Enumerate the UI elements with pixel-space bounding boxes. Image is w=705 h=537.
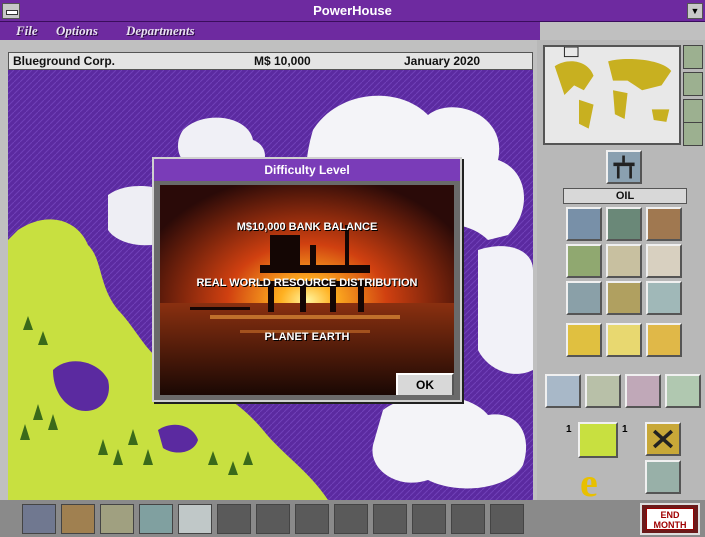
tool-action-2[interactable]	[606, 323, 642, 357]
empty-slot	[490, 504, 524, 534]
oil-rig-sunset-image	[160, 185, 454, 395]
dialog-body: M$10,000 BANK BALANCE REAL WORLD RESOURC…	[160, 185, 454, 395]
counter-left: 1	[566, 424, 572, 435]
dialog-line-balance: M$10,000 BANK BALANCE	[236, 221, 378, 233]
scroll-down-icon[interactable]: ▼	[687, 3, 703, 19]
tool-building-1[interactable]	[545, 374, 581, 408]
title-bar: PowerHouse ▼	[0, 0, 705, 22]
view-button-3[interactable]	[683, 99, 703, 123]
cancel-tool-icon[interactable]	[645, 422, 681, 456]
empty-slot	[217, 504, 251, 534]
status-bar: Blueground Corp. M$ 10,000 January 2020	[8, 52, 533, 70]
bank-balance: M$ 10,000	[254, 54, 311, 68]
tool-pipeline-3[interactable]	[646, 244, 682, 278]
region-selector[interactable]	[578, 422, 618, 458]
view-tool-icon[interactable]	[645, 460, 681, 494]
dept-button-2[interactable]	[61, 504, 95, 534]
end-month-label: END MONTH	[646, 508, 694, 530]
dept-button-5[interactable]	[178, 504, 212, 534]
empty-slot	[334, 504, 368, 534]
tool-oil-rig-2[interactable]	[606, 207, 642, 241]
energy-e-icon: e	[580, 460, 598, 505]
empty-slot	[373, 504, 407, 534]
empty-slot	[451, 504, 485, 534]
empty-slot	[256, 504, 290, 534]
view-button-4[interactable]	[683, 122, 703, 146]
tool-building-3[interactable]	[625, 374, 661, 408]
tool-action-3[interactable]	[646, 323, 682, 357]
tool-pipeline-1[interactable]	[566, 244, 602, 278]
dept-button-4[interactable]	[139, 504, 173, 534]
tool-building-4[interactable]	[665, 374, 701, 408]
tool-refinery-3[interactable]	[646, 281, 682, 315]
empty-slot	[412, 504, 446, 534]
tool-action-1[interactable]	[566, 323, 602, 357]
dialog-line-resources: REAL WORLD RESOURCE DISTRIBUTION	[196, 277, 418, 289]
tool-oil-rig-1[interactable]	[566, 207, 602, 241]
oil-rig-icon[interactable]	[606, 150, 642, 184]
view-button-1[interactable]	[683, 45, 703, 69]
empty-slot	[295, 504, 329, 534]
menu-file[interactable]: File	[16, 23, 38, 39]
dialog-line-planet: PLANET EARTH	[264, 331, 350, 343]
dialog-title: Difficulty Level	[154, 159, 460, 181]
tool-pipeline-2[interactable]	[606, 244, 642, 278]
ok-button[interactable]: OK	[396, 373, 454, 395]
counter-right: 1	[622, 424, 628, 435]
current-date: January 2020	[404, 54, 481, 68]
dept-button-1[interactable]	[22, 504, 56, 534]
menu-departments[interactable]: Departments	[126, 23, 195, 39]
view-button-2[interactable]	[683, 72, 703, 96]
tool-building-2[interactable]	[585, 374, 621, 408]
window-title: PowerHouse	[313, 3, 392, 18]
menu-options[interactable]: Options	[56, 23, 98, 39]
world-map-icon[interactable]	[543, 45, 681, 145]
tool-refinery-1[interactable]	[566, 281, 602, 315]
difficulty-dialog: Difficulty Level M$10,000 BANK BALANCE R…	[152, 157, 462, 402]
end-month-line1: END	[660, 510, 680, 520]
end-month-line2: MONTH	[653, 520, 687, 530]
dept-button-3[interactable]	[100, 504, 134, 534]
company-name: Blueground Corp.	[13, 54, 115, 68]
tool-refinery-2[interactable]	[606, 281, 642, 315]
tool-oil-rig-3[interactable]	[646, 207, 682, 241]
resource-label: OIL	[563, 188, 687, 204]
end-month-button[interactable]: END MONTH	[640, 503, 700, 535]
menu-bar: File Options Departments	[0, 22, 540, 40]
